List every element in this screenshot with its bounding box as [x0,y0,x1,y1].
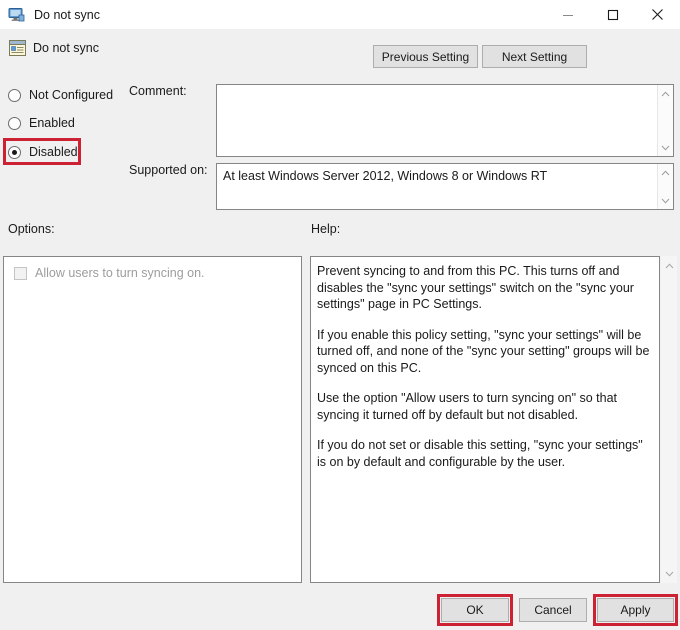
radio-circle-selected-icon [8,145,21,159]
ok-button[interactable]: OK [441,598,509,622]
comment-value[interactable] [217,85,657,156]
window-controls [545,0,680,29]
radio-circle-icon [8,116,21,130]
computer-monitor-icon [8,7,26,23]
chevron-up-icon[interactable] [661,259,677,272]
help-paragraph: Prevent syncing to and from this PC. Thi… [317,264,634,311]
radio-not-configured[interactable]: Not Configured [8,85,113,105]
chevron-down-icon[interactable] [661,567,677,580]
chevron-up-icon[interactable] [658,166,674,179]
help-paragraph: Use the option "Allow users to turn sync… [317,391,618,422]
radio-disabled-label: Disabled [29,145,78,159]
next-setting-button[interactable]: Next Setting [482,45,587,68]
minimize-button[interactable] [545,0,590,29]
allow-users-to-turn-syncing-on-checkbox[interactable]: Allow users to turn syncing on. [14,266,205,280]
group-policy-setting-dialog: Do not sync Do not sync Previous Setting… [0,0,680,630]
options-panel: Allow users to turn syncing on. [3,256,302,583]
help-label: Help: [311,222,341,236]
checkbox-label: Allow users to turn syncing on. [35,266,205,280]
checkbox-icon [14,266,27,280]
maximize-button[interactable] [590,0,635,29]
options-label: Options: [8,222,55,236]
apply-button[interactable]: Apply [597,598,674,622]
comment-scrollbar[interactable] [657,85,673,156]
title-bar: Do not sync [0,0,680,29]
help-panel: Prevent syncing to and from this PC. Thi… [310,256,660,583]
supported-on-scrollbar[interactable] [657,164,673,209]
comment-field[interactable] [216,84,674,157]
chevron-down-icon[interactable] [658,194,674,207]
help-paragraph: If you do not set or disable this settin… [317,438,643,469]
help-paragraph: If you enable this policy setting, "sync… [317,327,650,375]
setting-name: Do not sync [33,41,100,55]
previous-setting-button[interactable]: Previous Setting [373,45,478,68]
window-title: Do not sync [34,7,101,22]
radio-enabled[interactable]: Enabled [8,113,75,133]
chevron-down-icon[interactable] [658,141,674,154]
policy-setting-icon [9,40,26,56]
supported-on-label: Supported on: [129,163,208,177]
radio-circle-icon [8,88,21,102]
radio-disabled[interactable]: Disabled [8,142,78,162]
help-scrollbar[interactable] [661,256,677,583]
radio-enabled-label: Enabled [29,116,75,130]
radio-not-configured-label: Not Configured [29,88,114,102]
supported-on-field[interactable]: At least Windows Server 2012, Windows 8 … [216,163,674,210]
supported-on-value: At least Windows Server 2012, Windows 8 … [223,169,548,183]
close-button[interactable] [635,0,680,29]
chevron-up-icon[interactable] [658,87,674,100]
cancel-button[interactable]: Cancel [519,598,587,622]
comment-label: Comment: [129,84,187,98]
